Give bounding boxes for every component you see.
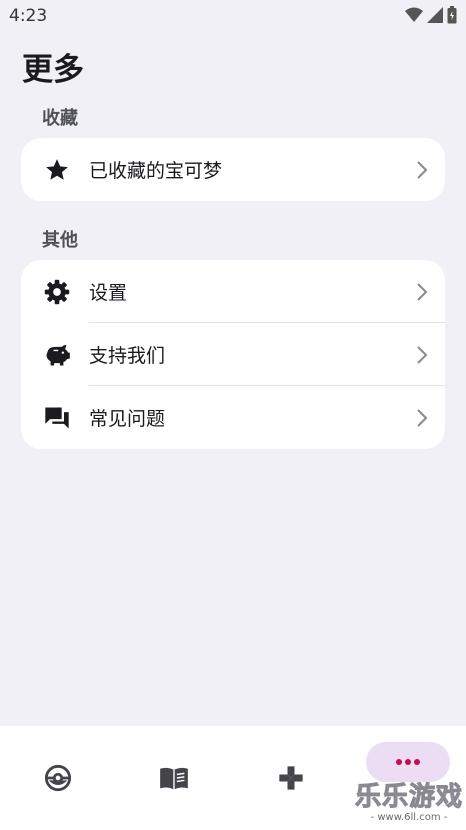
book-icon	[160, 767, 188, 790]
watermark: 乐乐游戏 - www.6ll.com -	[354, 782, 464, 826]
star-icon	[43, 156, 71, 184]
piggy-bank-icon	[43, 341, 71, 369]
chevron-right-icon	[417, 345, 428, 364]
status-time: 4:23	[9, 6, 48, 26]
more-dots-icon	[396, 759, 420, 765]
section-label-other: 其他	[42, 230, 78, 251]
battery-icon	[447, 6, 457, 24]
gear-icon	[43, 278, 71, 306]
favorites-card: 已收藏的宝可梦	[21, 138, 445, 201]
watermark-text: 乐乐游戏	[354, 782, 463, 813]
row-label: 设置	[89, 282, 128, 304]
nav-item-more[interactable]	[366, 742, 450, 782]
row-label: 常见问题	[89, 408, 166, 430]
nav-item-book[interactable]	[116, 726, 232, 830]
support-us-row[interactable]: 支持我们	[21, 323, 445, 386]
chevron-right-icon	[417, 408, 428, 427]
gamepad-icon	[279, 766, 303, 790]
nav-item-games[interactable]	[233, 726, 349, 830]
page-title: 更多	[22, 52, 84, 88]
chevron-right-icon	[417, 160, 428, 179]
wifi-icon	[405, 7, 423, 22]
section-label-favorites: 收藏	[42, 108, 78, 129]
favorites-pokemon-row[interactable]: 已收藏的宝可梦	[21, 138, 445, 201]
row-label: 已收藏的宝可梦	[89, 160, 223, 182]
signal-icon	[427, 7, 443, 23]
watermark-url: - www.6ll.com -	[370, 812, 448, 823]
status-bar: 4:23	[0, 0, 466, 32]
chevron-right-icon	[417, 282, 428, 301]
settings-row[interactable]: 设置	[21, 260, 445, 323]
other-card: 设置 支持我们 常见问题	[21, 260, 445, 449]
nav-item-pokedex[interactable]	[0, 726, 116, 830]
status-icons	[405, 6, 457, 24]
pokeball-icon	[44, 764, 72, 792]
row-label: 支持我们	[89, 345, 166, 367]
forum-icon	[43, 404, 71, 432]
faq-row[interactable]: 常见问题	[21, 386, 445, 449]
